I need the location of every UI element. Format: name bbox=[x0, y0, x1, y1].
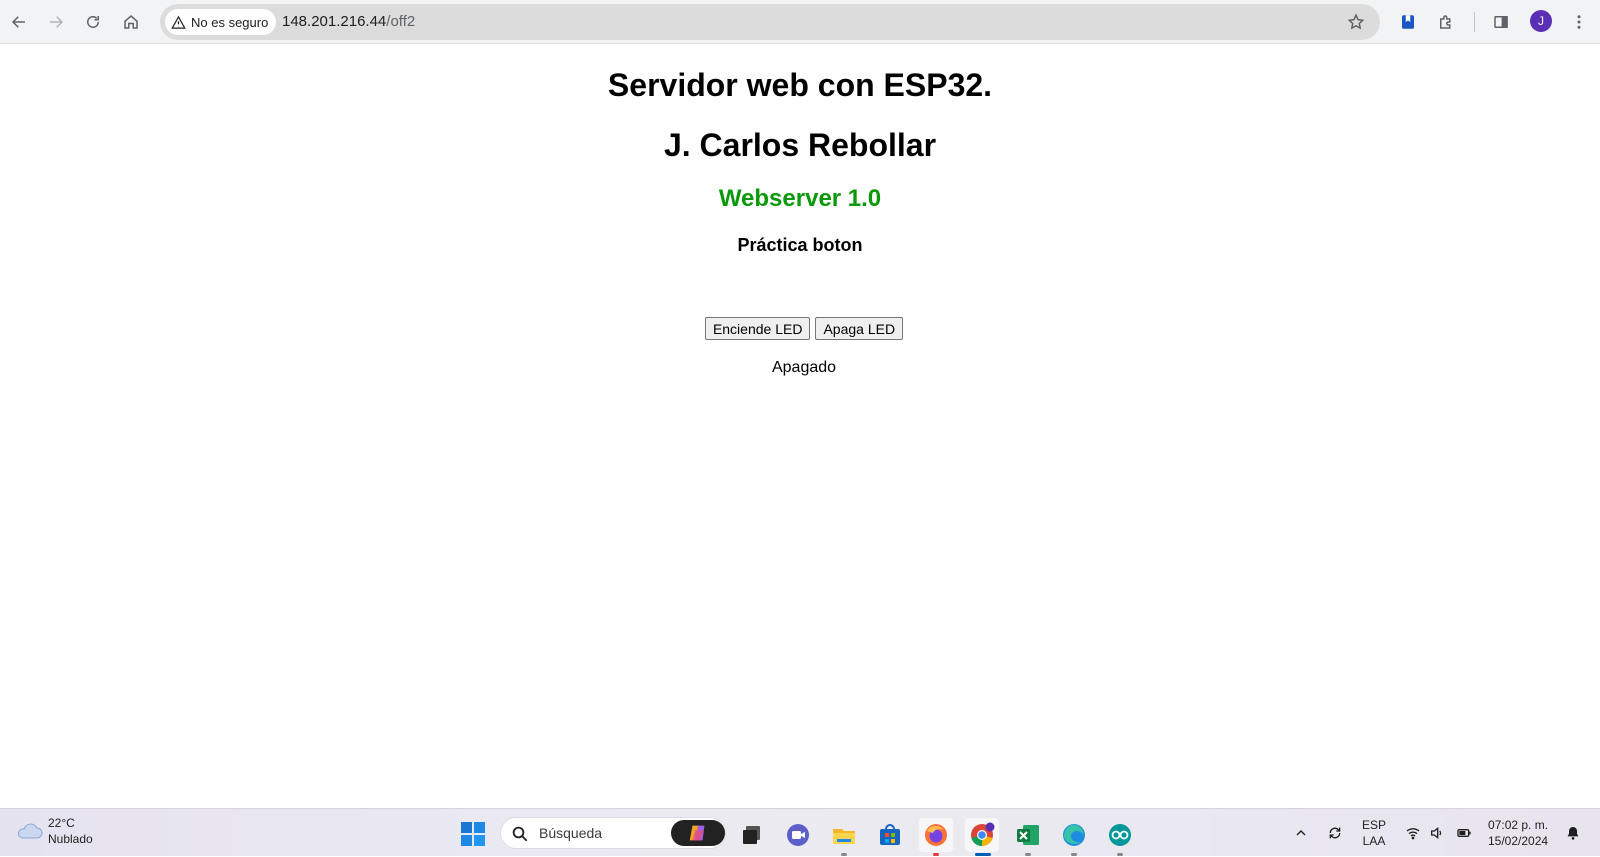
forward-button[interactable] bbox=[40, 6, 72, 38]
chrome-button[interactable] bbox=[965, 818, 999, 856]
copilot-icon bbox=[689, 825, 705, 841]
side-panel-button[interactable] bbox=[1485, 6, 1517, 38]
notifications-button[interactable] bbox=[1562, 809, 1584, 857]
browser-toolbar: No es seguro 148.201.216.44/off2 J bbox=[0, 0, 1600, 44]
arrow-left-icon bbox=[11, 16, 25, 28]
excel-icon bbox=[1017, 825, 1039, 845]
browser-menu-button[interactable] bbox=[1563, 6, 1595, 38]
arrow-right-icon bbox=[50, 16, 64, 28]
security-indicator[interactable]: No es seguro bbox=[165, 9, 277, 35]
store-icon bbox=[880, 824, 900, 845]
weather-widget[interactable]: 22°C Nublado bbox=[14, 815, 93, 847]
language-indicator[interactable]: ESP LAA bbox=[1362, 817, 1386, 849]
firefox-icon bbox=[925, 824, 947, 846]
windows-taskbar: 22°C Nublado Búsqueda ESP LAA 07:02 p. m… bbox=[0, 808, 1600, 856]
store-button[interactable] bbox=[873, 818, 907, 852]
back-button[interactable] bbox=[3, 6, 35, 38]
edge-button[interactable] bbox=[1057, 818, 1091, 856]
clock-date: 15/02/2024 bbox=[1488, 834, 1549, 848]
cloud-icon bbox=[17, 823, 43, 839]
home-button[interactable] bbox=[115, 6, 147, 38]
led-status-text: Apagado bbox=[771, 359, 837, 376]
page-title: Servidor web con ESP32. bbox=[607, 67, 993, 103]
reload-button[interactable] bbox=[77, 6, 109, 38]
search-placeholder: Búsqueda bbox=[539, 825, 603, 841]
teams-meet-icon bbox=[787, 824, 809, 846]
led-controls: Enciende LED Apaga LED bbox=[0, 317, 1600, 340]
puzzle-icon bbox=[1440, 15, 1451, 29]
arduino-icon bbox=[1109, 824, 1131, 846]
weather-condition: Nublado bbox=[48, 832, 93, 846]
firefox-button[interactable] bbox=[919, 818, 953, 856]
arduino-button[interactable] bbox=[1103, 818, 1137, 856]
sync-icon bbox=[1329, 827, 1341, 839]
chrome-icon bbox=[971, 822, 995, 846]
led-on-button[interactable]: Enciende LED bbox=[704, 317, 811, 340]
clock-time: 07:02 p. m. bbox=[1488, 818, 1549, 832]
url-path: /off2 bbox=[386, 13, 416, 30]
led-off-button[interactable]: Apaga LED bbox=[815, 317, 904, 340]
star-icon bbox=[1347, 13, 1365, 30]
side-panel-icon bbox=[1494, 16, 1508, 28]
chevron-up-icon bbox=[1296, 830, 1306, 836]
task-view-icon bbox=[743, 826, 760, 844]
more-vertical-icon bbox=[1577, 15, 1581, 29]
windows-start-icon[interactable] bbox=[460, 821, 486, 847]
taskbar-clock[interactable]: 07:02 p. m. 15/02/2024 bbox=[1488, 817, 1548, 849]
home-icon bbox=[124, 15, 138, 29]
web-page: Servidor web con ESP32. J. Carlos Reboll… bbox=[0, 45, 1600, 805]
extensions-button[interactable] bbox=[1430, 6, 1462, 38]
language-line2: LAA bbox=[1362, 834, 1386, 848]
search-icon bbox=[512, 826, 528, 842]
security-label: No es seguro bbox=[191, 14, 269, 30]
teams-meet-button[interactable] bbox=[781, 818, 815, 852]
wifi-button[interactable] bbox=[1402, 809, 1424, 857]
reload-icon bbox=[87, 16, 99, 28]
wifi-icon bbox=[1406, 828, 1420, 840]
address-bar[interactable]: No es seguro 148.201.216.44/off2 bbox=[160, 4, 1380, 40]
practice-heading: Práctica boton bbox=[737, 235, 863, 255]
file-explorer-button[interactable] bbox=[827, 818, 861, 856]
bell-icon bbox=[1567, 827, 1579, 840]
tray-overflow-button[interactable] bbox=[1290, 809, 1312, 857]
extension-bookmark-icon bbox=[1402, 15, 1414, 29]
excel-button[interactable] bbox=[1011, 818, 1045, 856]
copilot-button[interactable] bbox=[671, 820, 725, 846]
volume-button[interactable] bbox=[1426, 809, 1448, 857]
battery-button[interactable] bbox=[1452, 809, 1476, 857]
version-heading: Webserver 1.0 bbox=[718, 185, 882, 212]
language-line1: ESP bbox=[1362, 818, 1387, 832]
profile-avatar[interactable]: J bbox=[1530, 10, 1552, 32]
taskbar-search[interactable]: Búsqueda bbox=[500, 817, 726, 849]
url-text[interactable]: 148.201.216.44/off2 bbox=[282, 13, 415, 30]
edge-icon bbox=[1063, 824, 1085, 846]
bookmark-star-button[interactable] bbox=[1340, 6, 1372, 38]
sync-tray-button[interactable] bbox=[1322, 809, 1348, 857]
task-view-button[interactable] bbox=[735, 818, 769, 852]
weather-temp: 22°C bbox=[48, 816, 75, 830]
extension-bookmark-button[interactable] bbox=[1392, 6, 1424, 38]
page-author: J. Carlos Rebollar bbox=[663, 127, 937, 163]
toolbar-divider bbox=[1474, 12, 1475, 32]
warning-icon bbox=[171, 15, 186, 29]
url-host: 148.201.216.44 bbox=[282, 13, 387, 30]
file-explorer-icon bbox=[833, 829, 855, 844]
speaker-icon bbox=[1431, 826, 1442, 840]
battery-icon bbox=[1457, 829, 1471, 837]
